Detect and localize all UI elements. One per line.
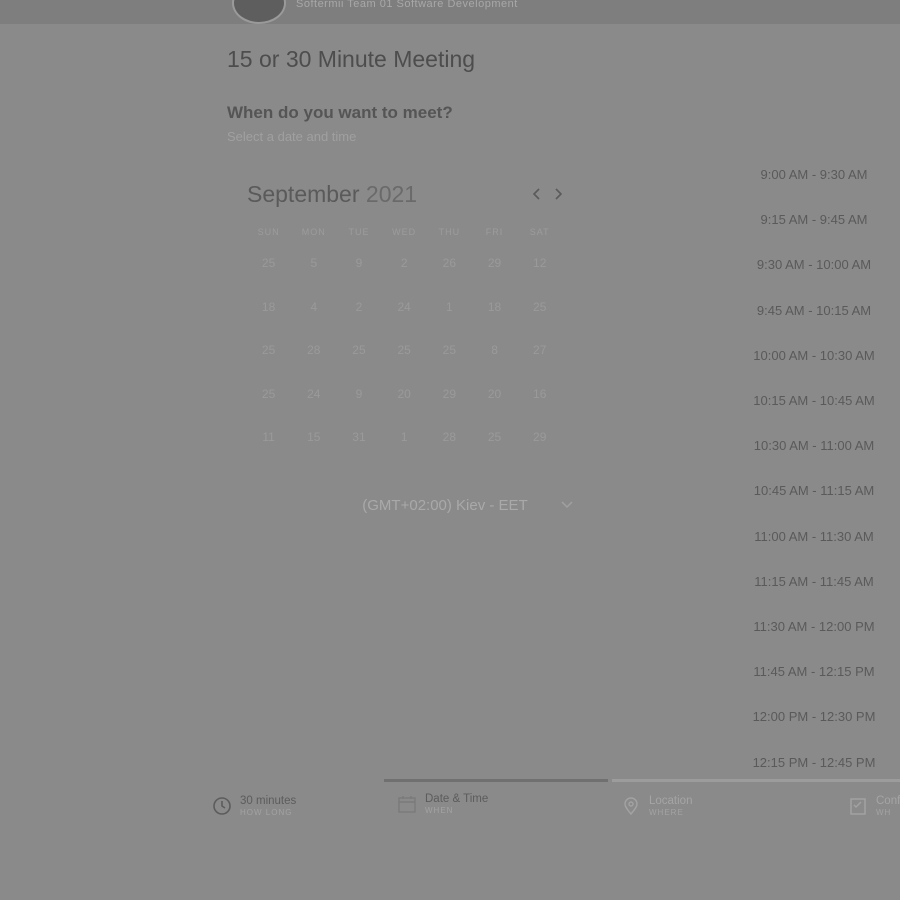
calendar-day[interactable]: 25 <box>517 296 562 340</box>
calendar-day[interactable]: 2 <box>336 296 381 340</box>
step-duration[interactable]: 30 minutes HOW LONG <box>212 790 296 826</box>
calendar-icon <box>398 796 416 813</box>
weekday-label: TUE <box>348 227 370 237</box>
step-datetime-sub: WHEN <box>425 806 454 815</box>
step-duration-text: 30 minutes HOW LONG <box>240 790 296 818</box>
step-duration-label: 30 minutes <box>240 795 297 807</box>
top-bar: Softermii Team 01 Software Development <box>0 0 900 24</box>
calendar-day[interactable]: 24 <box>291 383 336 427</box>
time-slot[interactable]: 10:00 AM - 10:30 AM <box>740 333 888 378</box>
meeting-prompt: When do you want to meet? <box>227 103 453 122</box>
step-location-sub: WHERE <box>649 808 684 817</box>
calendar-grid: 25 5 9 2 26 29 12 18 4 2 24 1 18 25 25 28 25 25 25 8 27 25 24 9… <box>246 252 562 470</box>
calendar-day[interactable]: 15 <box>291 426 336 470</box>
calendar-month: September <box>247 181 360 207</box>
calendar-day[interactable]: 1 <box>382 426 427 470</box>
calendar-day[interactable]: 20 <box>472 383 517 427</box>
time-slot[interactable]: 11:45 AM - 12:15 PM <box>740 649 888 694</box>
time-slot-list: 9:00 AM - 9:30 AM 9:15 AM - 9:45 AM 9:30 A… <box>740 152 888 785</box>
time-slot[interactable]: 11:15 AM - 11:45 AM <box>740 559 888 604</box>
calendar-day[interactable]: 9 <box>336 383 381 427</box>
time-slot[interactable]: 9:00 AM - 9:30 AM <box>740 152 888 197</box>
step-datetime-label: Date & Time <box>425 793 489 805</box>
weekday-label: SUN <box>257 227 280 237</box>
calendar-day[interactable]: 9 <box>336 252 381 296</box>
time-slot[interactable]: 11:30 AM - 12:00 PM <box>740 604 888 649</box>
calendar-day[interactable]: 31 <box>336 426 381 470</box>
progress-divider <box>608 777 612 784</box>
weekday-label: WED <box>392 227 417 237</box>
meeting-hint: Select a date and time <box>227 129 357 144</box>
calendar-day[interactable]: 18 <box>472 296 517 340</box>
calendar-day[interactable]: 8 <box>472 339 517 383</box>
time-slot[interactable]: 9:30 AM - 10:00 AM <box>740 242 888 287</box>
calendar-day[interactable]: 26 <box>427 252 472 296</box>
progress-bar <box>384 777 900 784</box>
calendar-day[interactable]: 11 <box>246 426 291 470</box>
weekday-label: FRI <box>485 227 504 237</box>
time-slot[interactable]: 12:00 PM - 12:30 PM <box>740 694 888 739</box>
calendar-day[interactable]: 2 <box>382 252 427 296</box>
chevron-left-icon <box>532 188 540 200</box>
prev-month-button[interactable] <box>528 184 546 204</box>
calendar-day[interactable]: 28 <box>291 339 336 383</box>
time-slot[interactable]: 12:15 PM - 12:45 PM <box>740 739 888 784</box>
step-bar: 30 minutes HOW LONG Date & Time WHEN Loc… <box>0 790 900 830</box>
weekday-header: SUN MON TUE WED THU FRI SAT <box>246 227 562 237</box>
calendar-day[interactable]: 29 <box>427 383 472 427</box>
calendar-day[interactable]: 12 <box>517 252 562 296</box>
chevron-right-icon <box>555 188 563 200</box>
step-confirm-text: Conf WH <box>876 790 900 818</box>
calendar-day[interactable]: 20 <box>382 383 427 427</box>
step-location-label: Location <box>649 795 693 807</box>
calendar-day[interactable]: 25 <box>427 339 472 383</box>
calendar-day[interactable]: 1 <box>427 296 472 340</box>
step-confirm[interactable]: Conf WH <box>848 790 900 826</box>
company-avatar <box>232 0 286 24</box>
calendar-day[interactable]: 25 <box>336 339 381 383</box>
calendar-day[interactable]: 4 <box>291 296 336 340</box>
step-datetime[interactable]: Date & Time WHEN <box>397 788 488 824</box>
calendar-day[interactable]: 27 <box>517 339 562 383</box>
map-pin-icon <box>624 797 638 816</box>
time-slot[interactable]: 10:15 AM - 10:45 AM <box>740 378 888 423</box>
weekday-label: MON <box>301 227 326 237</box>
timezone-label: (GMT+02:00) Kiev - EET <box>362 496 528 514</box>
calendar-day[interactable]: 24 <box>382 296 427 340</box>
calendar-day[interactable]: 25 <box>246 339 291 383</box>
calendar-day[interactable]: 18 <box>246 296 291 340</box>
calendar-day[interactable]: 16 <box>517 383 562 427</box>
step-location-text: Location WHERE <box>649 790 692 818</box>
calendar-day[interactable]: 5 <box>291 252 336 296</box>
step-confirm-sub: WH <box>876 808 892 817</box>
time-slot[interactable]: 10:30 AM - 11:00 AM <box>740 423 888 468</box>
company-name: Softermii Team 01 Software Development <box>296 0 518 10</box>
step-location[interactable]: Location WHERE <box>621 790 692 826</box>
calendar-day[interactable]: 29 <box>517 426 562 470</box>
calendar-day[interactable]: 25 <box>246 252 291 296</box>
checklist-icon <box>850 798 866 815</box>
calendar-year: 2021 <box>365 181 418 207</box>
timezone-select[interactable]: (GMT+02:00) Kiev - EET <box>330 494 580 516</box>
chevron-down-icon <box>561 501 573 509</box>
weekday-label: THU <box>438 227 461 237</box>
clock-icon <box>213 797 231 815</box>
calendar-day[interactable]: 29 <box>472 252 517 296</box>
time-slot[interactable]: 9:45 AM - 10:15 AM <box>740 288 888 333</box>
next-month-button[interactable] <box>549 184 567 204</box>
time-slot[interactable]: 10:45 AM - 11:15 AM <box>740 468 888 513</box>
calendar-day[interactable]: 25 <box>246 383 291 427</box>
calendar-day[interactable]: 28 <box>427 426 472 470</box>
weekday-label: SAT <box>529 227 550 237</box>
time-slot[interactable]: 9:15 AM - 9:45 AM <box>740 197 888 242</box>
calendar-day[interactable]: 25 <box>382 339 427 383</box>
time-slot[interactable]: 11:00 AM - 11:30 AM <box>740 514 888 559</box>
progress-fill <box>384 779 612 782</box>
calendar-month-label: September 2021 <box>247 181 417 208</box>
event-title: 15 or 30 Minute Meeting <box>227 46 476 72</box>
step-datetime-text: Date & Time WHEN <box>425 788 488 816</box>
calendar-day[interactable]: 25 <box>472 426 517 470</box>
step-confirm-label: Conf <box>876 795 900 807</box>
step-duration-sub: HOW LONG <box>240 808 293 817</box>
